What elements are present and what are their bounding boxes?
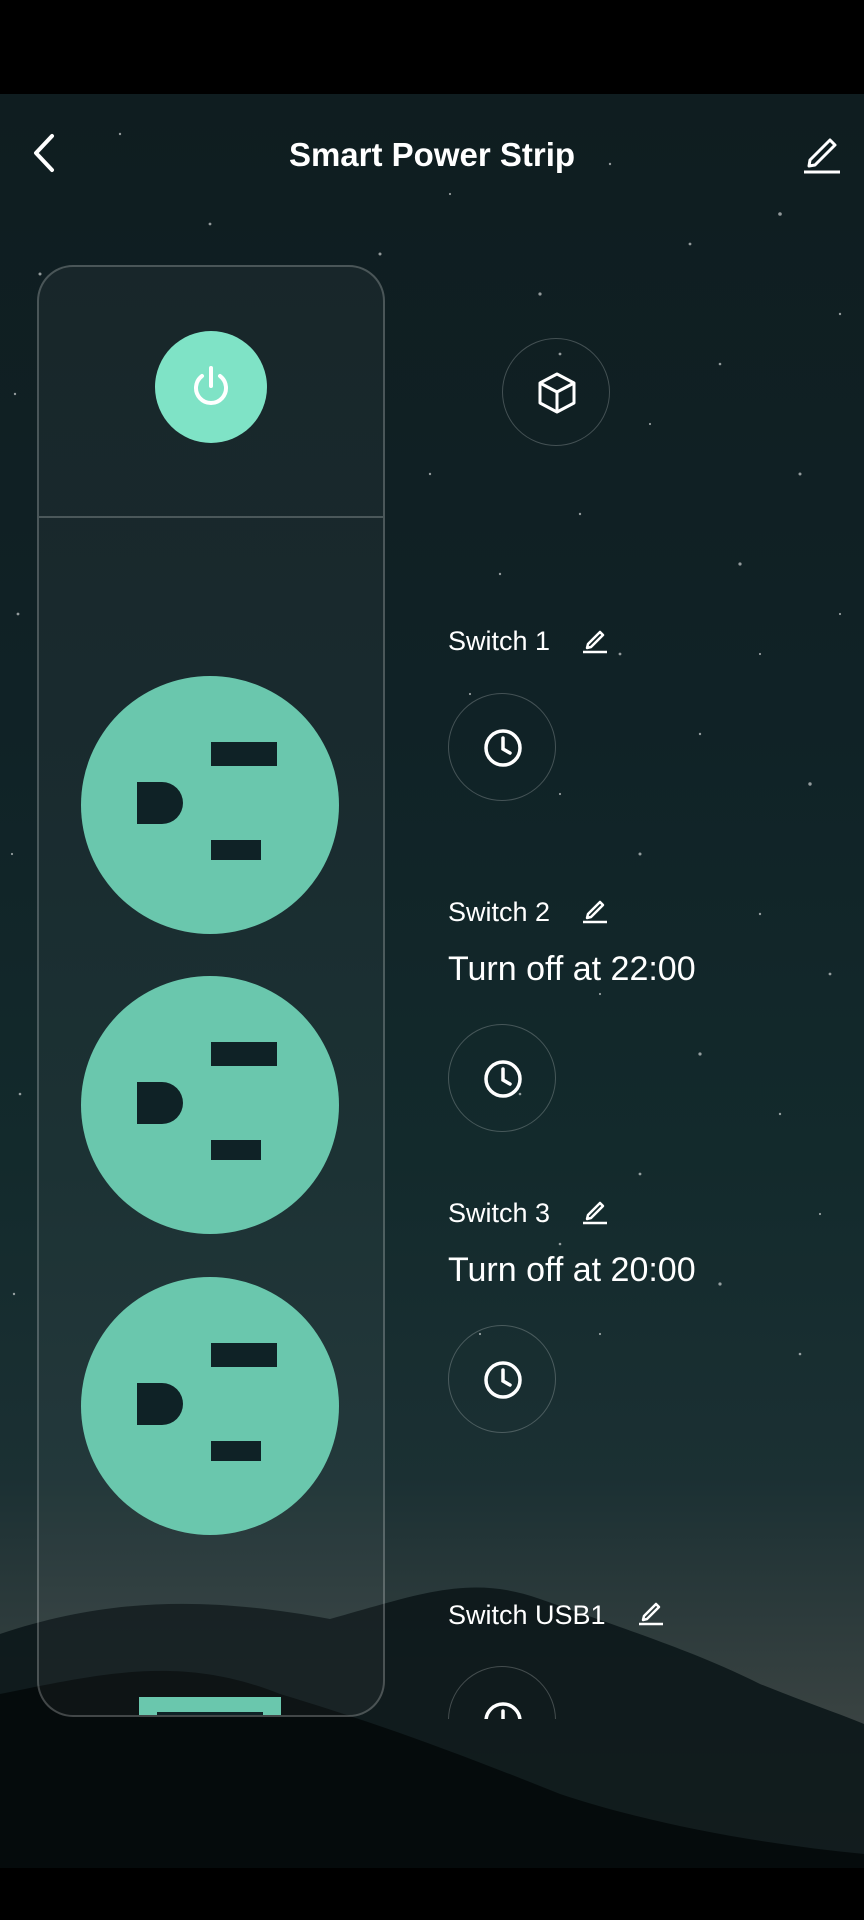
outlet-3[interactable] xyxy=(81,1277,339,1535)
master-power-button[interactable] xyxy=(155,331,267,443)
clock-icon xyxy=(484,1361,522,1399)
edit-switch-usb1-button[interactable] xyxy=(636,1596,666,1626)
outlet-slot xyxy=(211,742,277,766)
status-bar xyxy=(0,0,864,94)
clock-icon xyxy=(484,1702,522,1719)
cube-icon xyxy=(538,372,576,414)
switch-2-schedule-status: Turn off at 22:00 xyxy=(448,950,696,988)
switch-usb1-label: Switch USB1 xyxy=(448,1600,606,1630)
edit-switch-1-button[interactable] xyxy=(580,624,610,654)
power-icon xyxy=(194,366,228,405)
usb-port-1[interactable] xyxy=(139,1697,281,1715)
outlet-ground xyxy=(137,1082,183,1124)
navigation-bar xyxy=(0,1868,864,1920)
pencil-icon xyxy=(639,1602,663,1626)
edit-switch-3-button[interactable] xyxy=(580,1195,610,1225)
strip-divider xyxy=(39,516,383,518)
clock-icon xyxy=(484,1060,522,1098)
switch-2-timer-button[interactable] xyxy=(448,1024,556,1132)
edit-switch-2-button[interactable] xyxy=(580,894,610,924)
switch-1-timer-button[interactable] xyxy=(448,693,556,801)
switch-3-schedule-status: Turn off at 20:00 xyxy=(448,1251,696,1289)
switch-2-label: Switch 2 xyxy=(448,897,551,927)
screen: Smart Power Strip Switch 1 Switch 2 Turn… xyxy=(0,94,864,1868)
switch-1-label: Switch 1 xyxy=(448,626,551,656)
outlet-slot xyxy=(211,1441,261,1461)
clock-icon xyxy=(484,729,522,767)
switch-3-label: Switch 3 xyxy=(448,1198,551,1228)
outlet-slot xyxy=(211,1140,261,1160)
outlet-slot xyxy=(211,1042,277,1066)
outlet-slot xyxy=(211,1343,277,1367)
switch-3-timer-button[interactable] xyxy=(448,1325,556,1433)
outlet-slot xyxy=(211,840,261,860)
outlet-ground xyxy=(137,782,183,824)
outlet-ground xyxy=(137,1383,183,1425)
power-strip-panel xyxy=(37,265,385,1717)
outlet-1[interactable] xyxy=(81,676,339,934)
pencil-icon xyxy=(583,1201,607,1225)
usb-slot xyxy=(157,1712,263,1715)
pencil-icon xyxy=(583,630,607,654)
content-clip: Switch 1 Switch 2 Turn off at 22:00 Swit… xyxy=(0,94,864,1719)
switch-usb1-timer-button[interactable] xyxy=(448,1666,556,1719)
scene-button[interactable] xyxy=(502,338,610,446)
pencil-icon xyxy=(583,900,607,924)
outlet-2[interactable] xyxy=(81,976,339,1234)
